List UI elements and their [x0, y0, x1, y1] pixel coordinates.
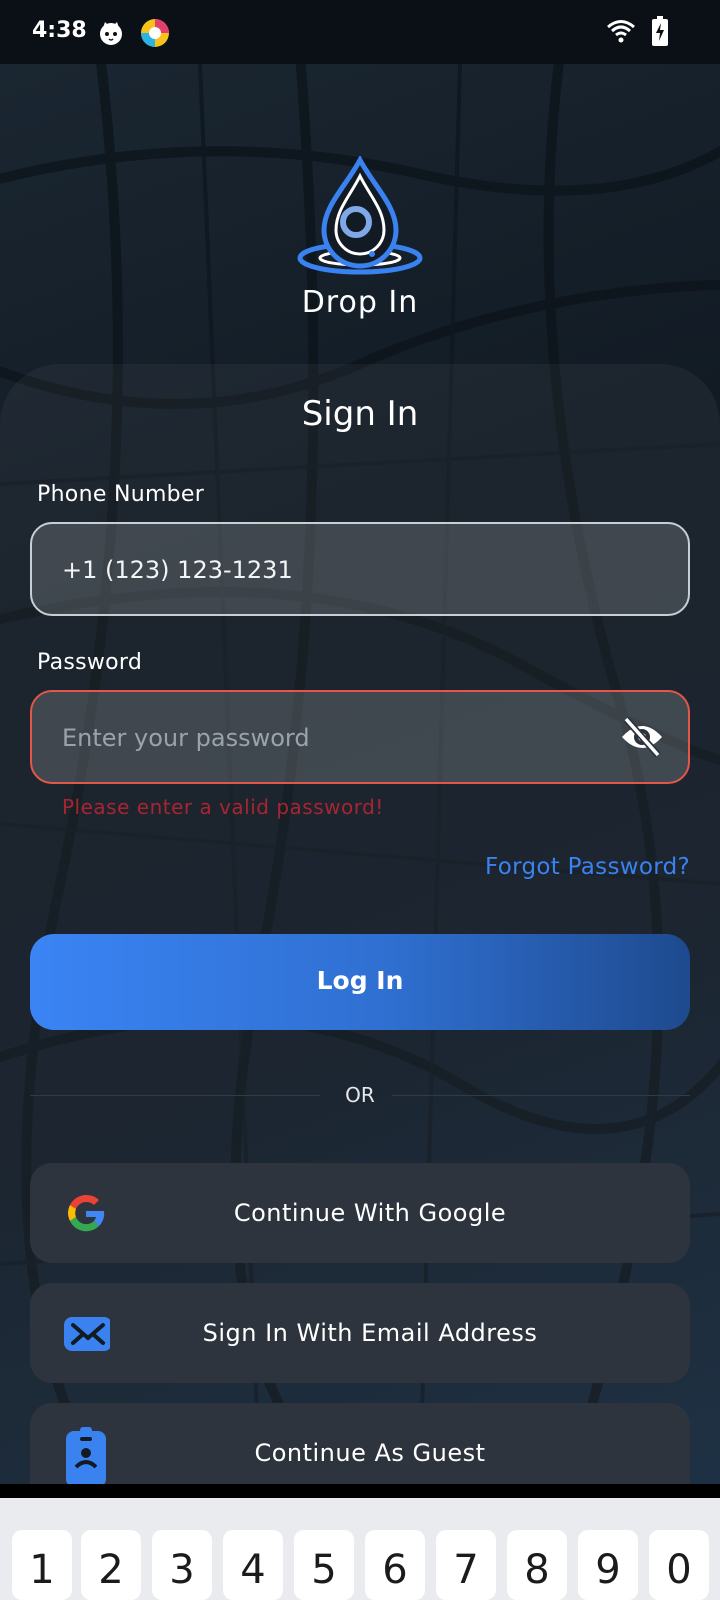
phone-number-value: +1 (123) 123-1231 — [62, 556, 293, 584]
status-bar: 4:38 — [0, 0, 720, 64]
log-in-button[interactable]: Log In — [30, 934, 690, 1030]
wifi-icon — [607, 20, 635, 43]
key-4[interactable]: 4 — [223, 1530, 283, 1600]
sign-in-with-email-button[interactable]: Sign In With Email Address — [30, 1283, 690, 1383]
battery-charging-icon — [652, 16, 668, 46]
app-name: Drop In — [301, 285, 419, 320]
key-7[interactable]: 7 — [436, 1530, 496, 1600]
phone-number-input[interactable]: +1 (123) 123-1231 — [30, 522, 690, 616]
forgot-password-link[interactable]: Forgot Password? — [485, 854, 690, 880]
sign-in-with-email-label: Sign In With Email Address — [202, 1319, 538, 1347]
screen-divider — [0, 1484, 720, 1498]
status-time: 4:38 — [32, 18, 87, 43]
key-1[interactable]: 1 — [12, 1530, 72, 1600]
password-error-message: Please enter a valid password! — [62, 795, 384, 819]
continue-with-google-button[interactable]: Continue With Google — [30, 1163, 690, 1263]
password-label: Password — [37, 650, 143, 675]
cat-app-icon — [100, 22, 122, 45]
or-divider-label: OR — [345, 1083, 375, 1107]
continue-as-guest-button[interactable]: Continue As Guest — [30, 1403, 690, 1493]
key-3[interactable]: 3 — [152, 1530, 212, 1600]
sign-in-title: Sign In — [301, 394, 419, 434]
log-in-button-label: Log In — [316, 966, 404, 995]
key-5[interactable]: 5 — [294, 1530, 354, 1600]
numeric-keyboard: 1 2 3 4 5 6 7 8 9 0 — [0, 1498, 720, 1600]
continue-as-guest-label: Continue As Guest — [254, 1439, 486, 1467]
key-0[interactable]: 0 — [649, 1530, 709, 1600]
eye-off-icon[interactable] — [620, 717, 664, 757]
continue-with-google-label: Continue With Google — [233, 1199, 507, 1227]
key-8[interactable]: 8 — [507, 1530, 567, 1600]
colorful-app-icon — [141, 19, 169, 47]
password-placeholder: Enter your password — [62, 724, 310, 752]
password-input[interactable]: Enter your password — [30, 690, 690, 784]
key-9[interactable]: 9 — [578, 1530, 638, 1600]
water-drop-logo-icon — [297, 156, 423, 275]
key-2[interactable]: 2 — [81, 1530, 141, 1600]
phone-number-label: Phone Number — [37, 482, 205, 507]
key-6[interactable]: 6 — [365, 1530, 425, 1600]
